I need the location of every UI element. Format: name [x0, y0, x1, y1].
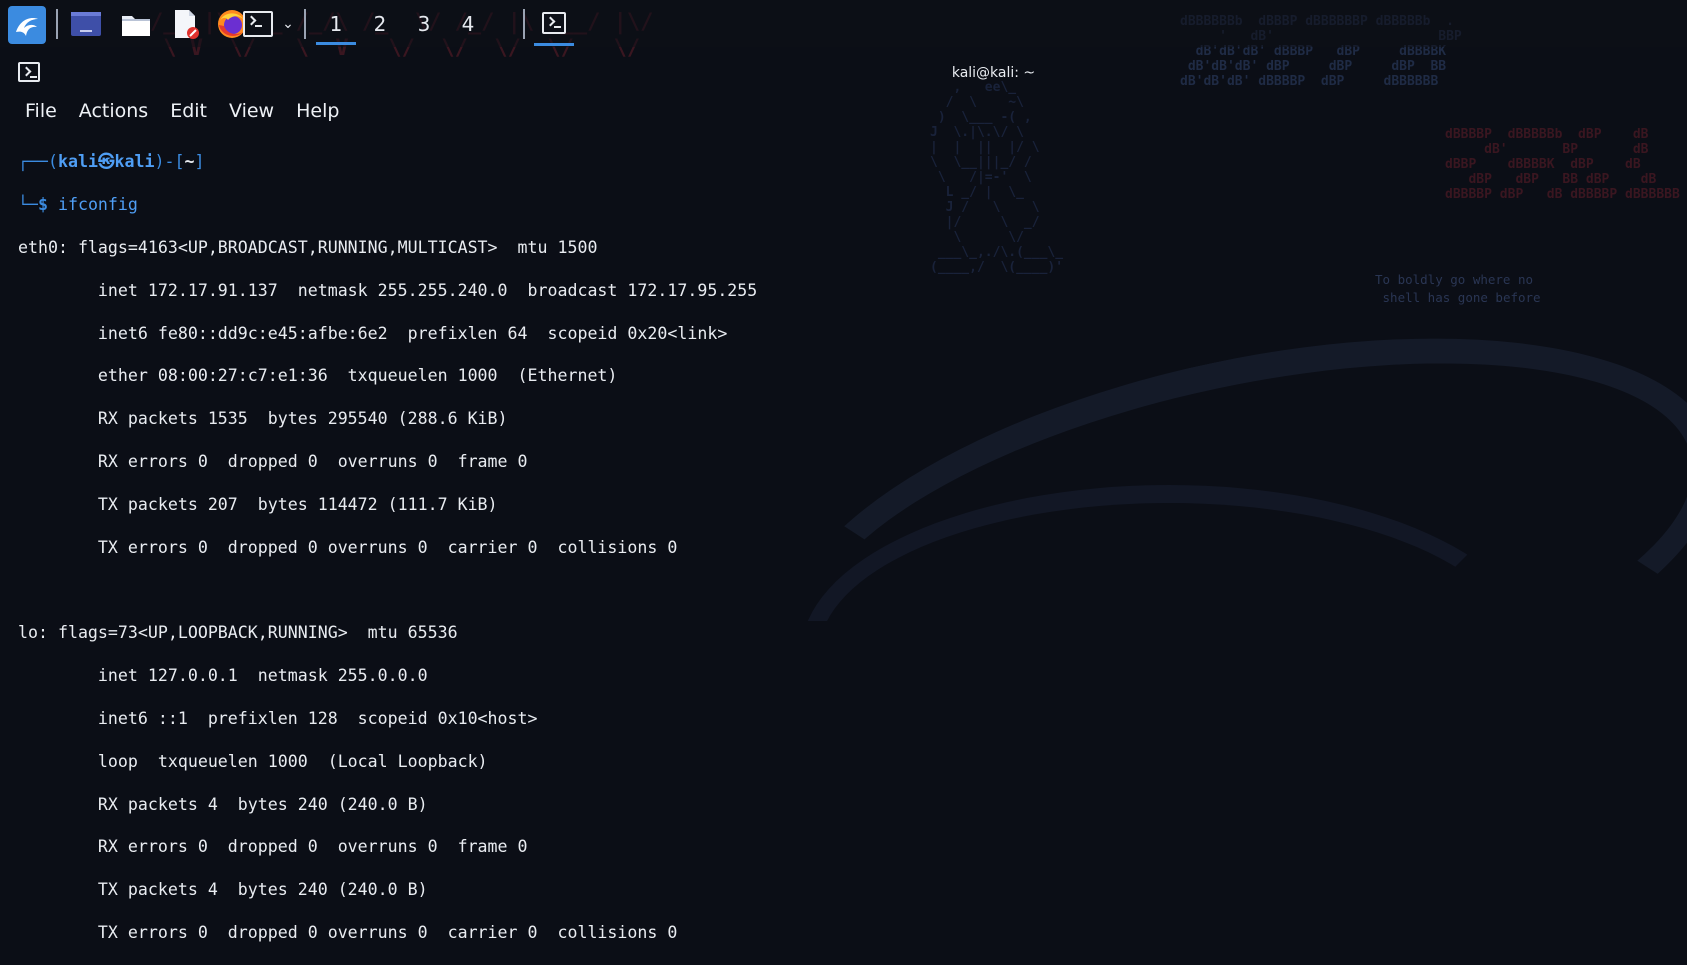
output-line: inet6 fe80::dd9c:e45:afbe:6e2 prefixlen … — [18, 323, 728, 343]
output-line: inet 172.17.91.137 netmask 255.255.240.0… — [18, 280, 758, 300]
output-line: RX errors 0 dropped 0 overruns 0 frame 0 — [18, 837, 528, 857]
panel-separator — [304, 9, 306, 39]
file-manager-launcher[interactable] — [118, 6, 154, 42]
file-manager-icon — [122, 16, 150, 36]
panel-separator — [523, 9, 525, 39]
prompt-user: kali — [57, 152, 98, 172]
launcher-dropdown[interactable]: ⌄ — [278, 6, 298, 42]
output-line: TX packets 4 bytes 240 (240.0 B) — [18, 880, 428, 900]
output-line: inet6 ::1 prefixlen 128 scopeid 0x10<hos… — [18, 708, 538, 728]
top-panel: ⌄ 1 2 3 4 — [0, 0, 1687, 47]
prompt-symbol: ㉿ — [97, 152, 115, 172]
window-title: kali@kali: ~ — [951, 65, 1036, 81]
terminal-icon — [243, 11, 273, 37]
terminal-titlebar[interactable]: kali@kali: ~ — [0, 52, 1687, 94]
kali-menu-button[interactable] — [8, 6, 46, 44]
output-line: inet 127.0.0.1 netmask 255.0.0.0 — [18, 666, 428, 686]
prompt-directory: ~ — [184, 152, 195, 172]
menu-file[interactable]: File — [14, 98, 68, 124]
window-icon — [18, 62, 40, 82]
output-line: RX packets 1535 bytes 295540 (288.6 KiB) — [18, 409, 508, 429]
workspace-2[interactable]: 2 — [360, 9, 400, 45]
workspace-4[interactable]: 4 — [448, 9, 488, 45]
output-line: TX errors 0 dropped 0 overruns 0 carrier… — [18, 537, 678, 557]
output-line: RX packets 4 bytes 240 (240.0 B) — [18, 794, 428, 814]
workspace-switcher-icon — [71, 12, 101, 36]
menu-actions[interactable]: Actions — [68, 98, 159, 124]
prompt-host: kali — [114, 152, 155, 172]
workspace-1[interactable]: 1 — [316, 9, 356, 45]
output-line: lo: flags=73<UP,LOOPBACK,RUNNING> mtu 65… — [18, 623, 458, 643]
prompt-line: ┌──(kali㉿kali)-[~] — [18, 152, 205, 172]
wallpaper-quote: To boldly go where no shell has gone bef… — [1375, 272, 1541, 305]
command-text: ifconfig — [57, 195, 138, 215]
text-editor-icon — [175, 10, 199, 39]
terminal-icon — [542, 12, 566, 34]
output-line: ether 08:00:27:c7:e1:36 txqueuelen 1000 … — [18, 366, 618, 386]
output-line: loop txqueuelen 1000 (Local Loopback) — [18, 751, 488, 771]
workspace-3[interactable]: 3 — [404, 9, 444, 45]
output-line: eth0: flags=4163<UP,BROADCAST,RUNNING,MU… — [18, 238, 598, 258]
taskbar-terminal-window[interactable] — [532, 6, 576, 47]
output-line: RX errors 0 dropped 0 overruns 0 frame 0 — [18, 452, 528, 472]
output-line: TX errors 0 dropped 0 overruns 0 carrier… — [18, 923, 678, 943]
text-editor-launcher[interactable] — [168, 6, 204, 42]
chevron-down-icon: ⌄ — [282, 16, 294, 32]
output-line: TX packets 207 bytes 114472 (111.7 KiB) — [18, 494, 498, 514]
terminal-icon — [18, 62, 40, 82]
panel-separator — [56, 9, 58, 39]
workspace-switcher-launcher[interactable] — [68, 6, 104, 42]
menu-edit[interactable]: Edit — [159, 98, 218, 124]
terminal-launcher[interactable] — [240, 6, 276, 42]
terminal-menubar: File Actions Edit View Help — [14, 98, 350, 124]
terminal-output[interactable]: ┌──(kali㉿kali)-[~] └─$ ifconfig eth0: fl… — [18, 130, 757, 965]
menu-help[interactable]: Help — [285, 98, 350, 124]
command-line: └─$ ifconfig — [18, 195, 138, 215]
menu-view[interactable]: View — [218, 98, 285, 124]
kali-dragon-icon — [16, 18, 38, 36]
